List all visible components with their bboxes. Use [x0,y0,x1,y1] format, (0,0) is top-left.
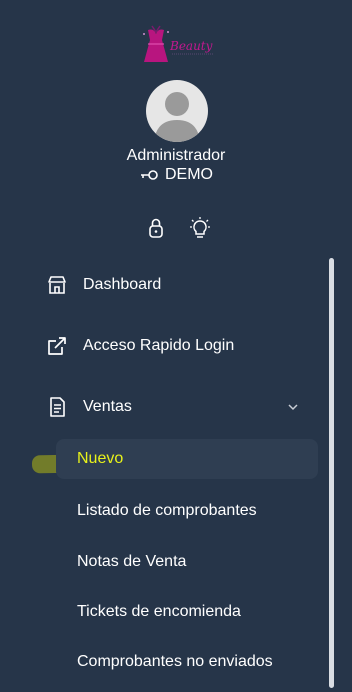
quick-actions [145,216,211,240]
chevron-down-icon [288,404,298,411]
lightbulb-icon[interactable] [189,216,211,240]
dress-logo-icon: Beauty [143,25,214,62]
logo-text: Beauty [169,39,213,53]
submenu-item-label: Nuevo [77,450,124,467]
external-link-icon [48,337,66,355]
submenu-item-parcel-tickets[interactable]: Tickets de encomienda [56,592,318,632]
company-row: DEMO [0,166,352,184]
submenu-item-unsent-receipts[interactable]: Comprobantes no enviados [56,642,318,682]
scrollbar[interactable] [329,258,334,688]
submenu-item-label: Tickets de encomienda [77,603,241,620]
submenu-item-receipts-list[interactable]: Listado de comprobantes [56,491,318,531]
submenu-item-label: Comprobantes no enviados [77,653,273,670]
user-silhouette-icon [154,92,200,142]
submenu-item-new[interactable]: Nuevo [56,439,318,479]
brand-logo: Beauty [140,22,220,68]
lock-icon[interactable] [145,216,167,240]
store-icon [48,276,66,294]
avatar[interactable] [146,80,208,142]
document-icon [50,397,65,417]
submenu-item-label: Notas de Venta [77,553,187,570]
user-name: Administrador [126,147,226,164]
sidebar-item-sales[interactable]: Ventas [0,385,330,429]
sidebar-item-label: Dashboard [83,276,162,293]
sidebar-item-label: Ventas [83,398,132,415]
key-icon [141,170,158,180]
sidebar-item-quick-access[interactable]: Acceso Rapido Login [0,324,330,368]
company-name: DEMO [165,166,213,183]
submenu-item-label: Listado de comprobantes [77,502,257,519]
sidebar-item-dashboard[interactable]: Dashboard [0,263,330,307]
submenu-item-sale-notes[interactable]: Notas de Venta [56,542,318,582]
sidebar-item-label: Acceso Rapido Login [83,337,235,354]
